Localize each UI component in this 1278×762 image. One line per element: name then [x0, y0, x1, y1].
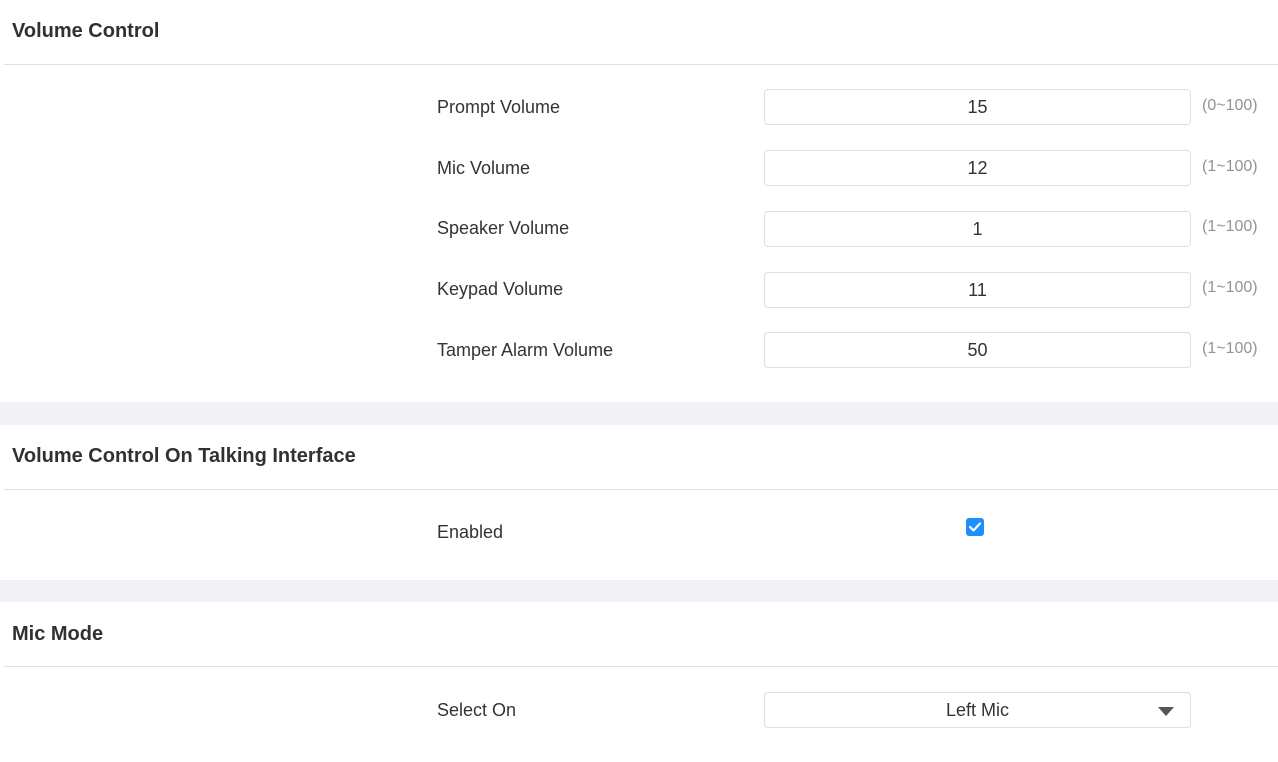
- section-divider: [4, 64, 1278, 65]
- speaker-volume-input[interactable]: [764, 211, 1191, 247]
- speaker-volume-label: Speaker Volume: [437, 218, 570, 238]
- prompt-volume-range-hint: (0~100): [1202, 97, 1258, 114]
- keypad-volume-input[interactable]: [764, 272, 1191, 308]
- section-divider: [4, 666, 1278, 667]
- mic-select-dropdown[interactable]: Left Mic: [764, 692, 1191, 728]
- prompt-volume-input[interactable]: [764, 89, 1191, 125]
- mic-select-value: Left Mic: [945, 700, 1010, 720]
- tamper-alarm-volume-label: Tamper Alarm Volume: [437, 340, 614, 360]
- tamper-alarm-volume-input[interactable]: [764, 332, 1191, 368]
- mic-volume-label: Mic Volume: [437, 158, 531, 178]
- mic-volume-input[interactable]: [764, 150, 1191, 186]
- select-on-label: Select On: [437, 700, 517, 720]
- section-divider: [4, 489, 1278, 490]
- keypad-volume-range-hint: (1~100): [1202, 279, 1258, 296]
- enabled-label: Enabled: [437, 522, 504, 542]
- section-title-mic-mode: Mic Mode: [12, 623, 104, 645]
- keypad-volume-label: Keypad Volume: [437, 279, 564, 299]
- speaker-volume-range-hint: (1~100): [1202, 218, 1258, 235]
- enabled-checkbox[interactable]: [966, 518, 984, 536]
- mic-volume-range-hint: (1~100): [1202, 158, 1258, 175]
- section-title-talking-interface: Volume Control On Talking Interface: [12, 445, 356, 467]
- checkmark-icon: [968, 522, 982, 532]
- caret-down-icon[interactable]: [1158, 707, 1174, 716]
- section-title-volume-control: Volume Control: [12, 20, 160, 42]
- talking-interface-section: Volume Control On Talking Interface: [0, 425, 1278, 580]
- section-gap: [0, 580, 1278, 602]
- prompt-volume-label: Prompt Volume: [437, 97, 561, 117]
- tamper-alarm-volume-range-hint: (1~100): [1202, 340, 1258, 357]
- volume-control-section: Volume Control Prompt Volume (0~100) Mic…: [0, 0, 1278, 402]
- mic-mode-section: Mic Mode: [0, 602, 1278, 762]
- section-gap: [0, 402, 1278, 425]
